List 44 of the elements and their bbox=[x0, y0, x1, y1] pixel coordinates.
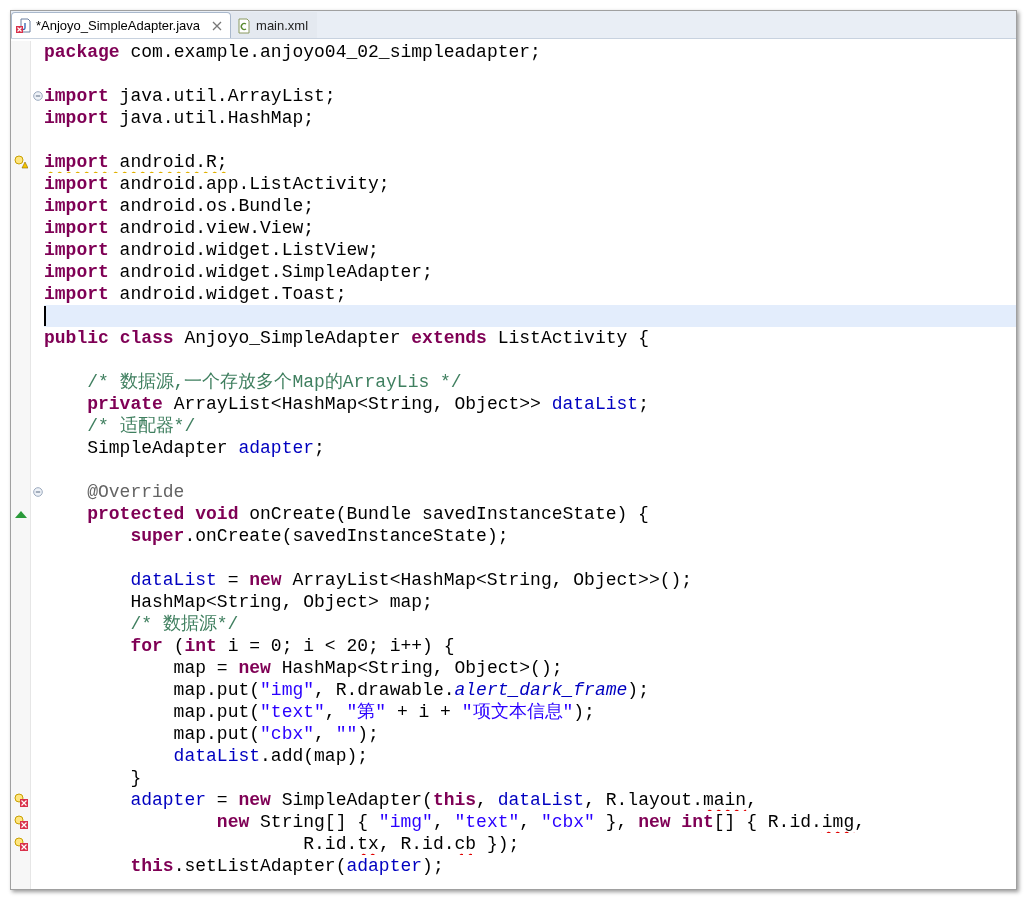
error-bulb-icon[interactable] bbox=[13, 793, 28, 807]
code-line: dataList.add(map); bbox=[172, 745, 369, 767]
code-line: new String[] { "img", "text", "cbx" }, new int[] { R.id.img, bbox=[215, 811, 865, 833]
code-line: import android.widget.Toast; bbox=[44, 283, 347, 305]
code-line: import android.R; bbox=[44, 151, 228, 173]
editor-tab[interactable]: main.xml bbox=[231, 12, 318, 38]
code-line: SimpleAdapter adapter; bbox=[86, 437, 325, 459]
code-line: } bbox=[129, 767, 142, 789]
error-bulb-icon[interactable] bbox=[13, 815, 28, 829]
code-line: this.setListAdapter(adapter); bbox=[129, 855, 444, 877]
java-file-error-icon bbox=[16, 17, 32, 34]
fold-toggle-icon[interactable] bbox=[32, 91, 43, 101]
code-line: import java.util.HashMap; bbox=[44, 107, 315, 129]
code-line: import android.widget.ListView; bbox=[44, 239, 379, 261]
code-line: package com.example.anjoyo04_02_simpleadapter; bbox=[44, 41, 541, 63]
code-line: import android.app.ListActivity; bbox=[44, 173, 390, 195]
code-line: /* 数据源*/ bbox=[129, 613, 239, 635]
code-line: public class Anjoyo_SimpleAdapter extends ListActivity { bbox=[44, 327, 649, 349]
code-line: R.id.tx, R.id.cb }); bbox=[302, 833, 520, 855]
code-line: adapter = new SimpleAdapter(this, dataList, R.layout.main, bbox=[129, 789, 757, 811]
warning-bulb-icon[interactable] bbox=[13, 155, 28, 169]
code-line: dataList = new ArrayList<HashMap<String, Object>>(); bbox=[129, 569, 693, 591]
fold-toggle-icon[interactable] bbox=[32, 487, 43, 497]
code-line: /* 适配器*/ bbox=[86, 415, 196, 437]
code-line: private ArrayList<HashMap<String, Object>> dataList; bbox=[86, 393, 649, 415]
close-icon[interactable] bbox=[212, 20, 223, 31]
code-line: import android.os.Bundle; bbox=[44, 195, 315, 217]
xml-file-icon bbox=[236, 17, 253, 34]
code-line: protected void onCreate(Bundle savedInstanceState) { bbox=[86, 503, 649, 525]
code-line: HashMap<String, Object> map; bbox=[129, 591, 433, 613]
text-cursor bbox=[44, 306, 46, 326]
code-line: super.onCreate(savedInstanceState); bbox=[129, 525, 509, 547]
code-line: map = new HashMap<String, Object>(); bbox=[172, 657, 563, 679]
editor-tab[interactable]: *Anjoyo_SimpleAdapter.java bbox=[11, 12, 232, 38]
error-bulb-icon[interactable] bbox=[13, 837, 28, 851]
code-line: map.put("text", "第" + i + "项文本信息"); bbox=[172, 701, 595, 723]
code-line: /* 数据源,一个存放多个Map的ArrayLis */ bbox=[86, 371, 462, 393]
code-line: map.put("cbx", ""); bbox=[172, 723, 379, 745]
code-line: import android.widget.SimpleAdapter; bbox=[44, 261, 433, 283]
code-line: import android.view.View; bbox=[44, 217, 315, 239]
code-line: map.put("img", R.drawable.alert_dark_frame); bbox=[172, 679, 649, 701]
code-line: for (int i = 0; i < 20; i++) { bbox=[129, 635, 455, 657]
code-line: @Override bbox=[86, 481, 185, 503]
code-line: import java.util.ArrayList; bbox=[44, 85, 336, 107]
